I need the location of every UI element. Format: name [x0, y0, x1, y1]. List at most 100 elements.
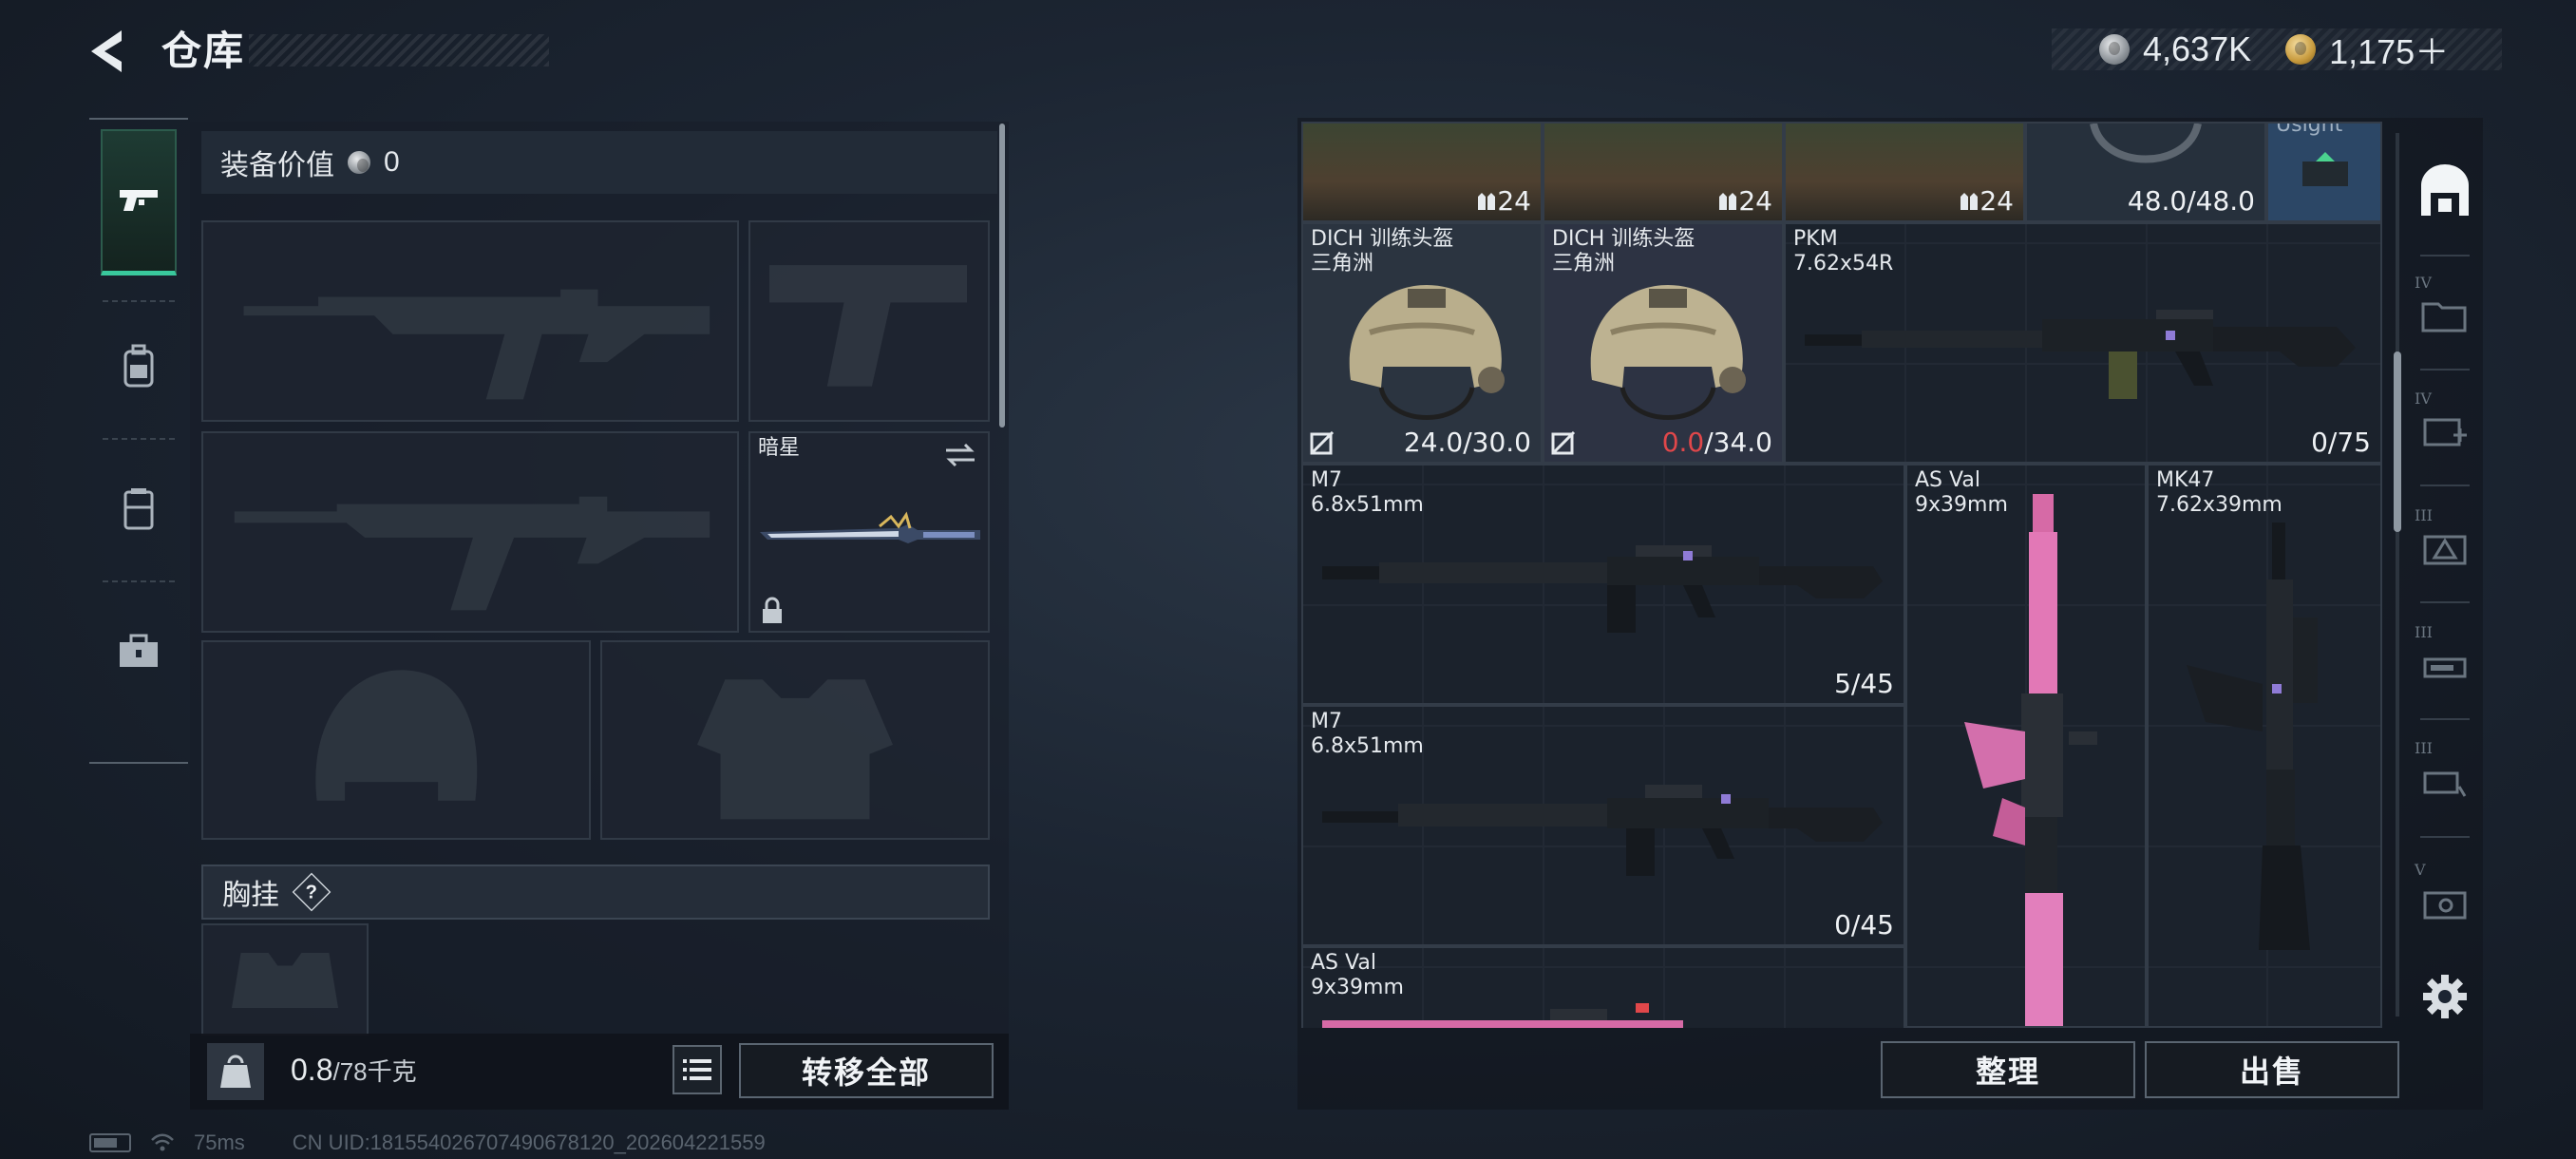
item-ammo: 5/45	[1834, 668, 1894, 699]
durability-icon	[1310, 431, 1335, 455]
item-caliber: 7.62x39mm	[2156, 493, 2282, 517]
folder-icon	[2421, 302, 2467, 332]
chest-rig-label: 胸挂	[222, 880, 279, 911]
list-view-button[interactable]	[672, 1045, 722, 1094]
helmet-item-2[interactable]: DICH 训练头盔 三角洲 0.0/34.0	[1543, 222, 1784, 464]
back-arrow-icon[interactable]	[84, 27, 133, 76]
stash-scrollbar[interactable]	[2394, 352, 2401, 532]
pink-rifle-icon	[1964, 494, 2097, 1026]
mk47-item[interactable]: MK47 7.62x39mm	[2147, 464, 2382, 1028]
sidearm-slot[interactable]	[748, 220, 990, 422]
m7-item-2[interactable]: M7 6.8x51mm 0/45	[1301, 705, 1905, 946]
rail-tab-backpack[interactable]	[101, 310, 177, 424]
item-origin: 三角洲	[1552, 252, 1616, 276]
pkm-item[interactable]: PKM 7.62x54R 0/75	[1784, 222, 2382, 464]
sell-button[interactable]: 出售	[2145, 1041, 2399, 1098]
stash-tab-5[interactable]: III	[2409, 614, 2481, 716]
stash-tab-3[interactable]: IV	[2409, 380, 2481, 483]
machine-gun-icon	[1805, 310, 2356, 399]
warehouse-icon	[2421, 164, 2469, 216]
sight-item[interactable]: Usight	[2266, 122, 2382, 222]
ping: 75ms	[194, 1130, 245, 1154]
gear-icon	[2423, 975, 2467, 1018]
equipment-scrollbar[interactable]	[999, 124, 1005, 428]
ammo-icon	[1719, 193, 1737, 210]
silver-currency-value: 4,637K	[2143, 29, 2252, 68]
melee-slot[interactable]: 暗星	[748, 431, 990, 633]
key-case-icon	[2423, 891, 2467, 920]
item-count: 24	[1476, 185, 1531, 217]
item-origin: 三角洲	[1311, 252, 1374, 276]
settings-button[interactable]	[2409, 973, 2481, 1020]
helmet-silhouette-icon	[315, 670, 478, 801]
helmet-slot[interactable]	[201, 640, 591, 840]
pistol-icon	[120, 189, 158, 211]
melee-name: 暗星	[758, 436, 801, 460]
list-icon	[683, 1059, 711, 1080]
sort-button[interactable]: 整理	[1881, 1041, 2135, 1098]
helmet-icon	[1590, 285, 1746, 420]
item-caliber: 6.8x51mm	[1311, 734, 1424, 758]
sight-icon	[2302, 152, 2348, 186]
item-caliber: 6.8x51mm	[1311, 493, 1424, 517]
secondary-weapon-slot[interactable]	[201, 431, 739, 633]
rail-tab-case[interactable]	[101, 595, 177, 709]
as-val-item-2[interactable]: AS Val 9x39mm	[1301, 946, 1905, 1028]
item-name: Usight	[2276, 122, 2343, 137]
armor-slot[interactable]	[600, 640, 990, 840]
primary-weapon-slot[interactable]	[201, 220, 739, 422]
ammo-box-item[interactable]: 24	[1301, 122, 1543, 222]
gold-currency-value: 1,175＋	[2329, 32, 2450, 71]
m7-item-1[interactable]: M7 6.8x51mm 5/45	[1301, 464, 1905, 705]
item-caliber: 9x39mm	[1311, 976, 1404, 999]
medical-icon	[2423, 418, 2467, 446]
ammo-icon	[1960, 193, 1979, 210]
ammo-box-item[interactable]: 24	[1784, 122, 2025, 222]
ammo-box-item[interactable]: 24	[1543, 122, 1784, 222]
swap-icon[interactable]	[942, 441, 978, 469]
helmet-icon	[1349, 285, 1505, 420]
battery-icon	[89, 1133, 131, 1152]
silver-coin-icon	[348, 151, 370, 174]
as-val-item-1[interactable]: AS Val 9x39mm	[1905, 464, 2147, 1028]
category-rail	[89, 118, 188, 764]
rifle-silhouette-icon	[234, 496, 710, 611]
item-name: AS Val	[1311, 951, 1376, 975]
item-count: 24	[1959, 185, 2014, 217]
equipment-value-row: 装备价值 0	[201, 131, 997, 194]
item-name: DICH 训练头盔	[1552, 227, 1695, 251]
player-uid: CN UID:181554026707490678120_20260422155…	[292, 1130, 766, 1154]
transfer-all-button[interactable]: 转移全部	[739, 1043, 994, 1098]
stash-tab-2[interactable]: IV	[2409, 264, 2481, 367]
item-name: AS Val	[1915, 468, 1980, 492]
chest-rig-silhouette-icon	[231, 952, 339, 1008]
lock-icon	[763, 597, 782, 623]
stash-tab-7[interactable]: V	[2409, 851, 2481, 954]
help-icon[interactable]: ?	[292, 872, 331, 912]
stash-tab-main[interactable]	[2409, 141, 2481, 243]
headset-item[interactable]: 48.0/48.0	[2025, 122, 2266, 222]
item-name: MK47	[2156, 468, 2215, 492]
rifle-icon	[1322, 545, 1883, 633]
chest-rig-slot[interactable]	[201, 923, 369, 1036]
item-ammo: 0/45	[1834, 909, 1894, 940]
pink-rifle-icon	[1322, 1003, 1683, 1028]
stash-tab-4[interactable]: III	[2409, 497, 2481, 599]
rail-tab-weapons[interactable]	[101, 129, 177, 276]
vest-icon	[123, 488, 154, 530]
weight-capacity: /78千克	[332, 1057, 417, 1086]
item-durability: 0.0/34.0	[1661, 427, 1772, 458]
status-line: 75ms CN UID:181554026707490678120_202604…	[89, 1130, 766, 1155]
rail-tab-vest[interactable]	[101, 452, 177, 566]
briefcase-icon	[120, 634, 158, 667]
helmet-item-1[interactable]: DICH 训练头盔 三角洲 24.0/30.0	[1301, 222, 1543, 464]
chest-rig-header: 胸挂 ?	[201, 864, 990, 920]
ammo-icon	[1478, 193, 1496, 210]
armor-silhouette-icon	[697, 679, 893, 820]
backpack-icon	[123, 344, 154, 388]
knife-icon	[760, 511, 980, 543]
stash-tab-6[interactable]: III	[2409, 730, 2481, 832]
weapon-case-icon	[2423, 657, 2467, 678]
stash-tabs: IV IV III III III V	[2409, 122, 2481, 1018]
weapon-add-icon	[2423, 771, 2467, 797]
